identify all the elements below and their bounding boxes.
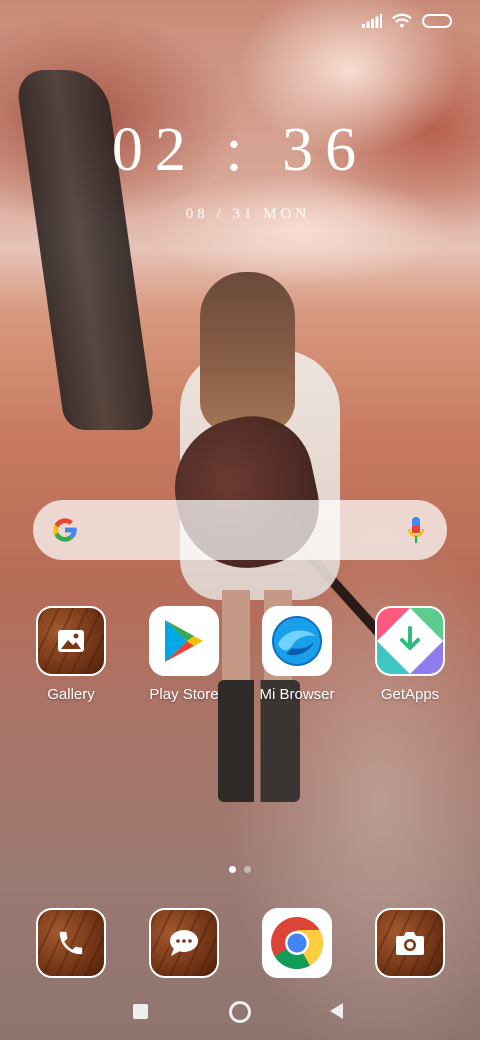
microphone-icon[interactable] bbox=[407, 517, 425, 543]
navigation-bar bbox=[0, 990, 480, 1034]
chrome-icon[interactable] bbox=[262, 908, 332, 978]
google-search-bar[interactable] bbox=[33, 500, 447, 560]
messages-icon[interactable] bbox=[149, 908, 219, 978]
app-getapps[interactable]: GetApps bbox=[355, 606, 465, 703]
status-icons bbox=[362, 13, 452, 29]
app-gallery[interactable]: Gallery bbox=[16, 606, 126, 703]
page-indicator bbox=[0, 866, 480, 873]
page-dot-active bbox=[229, 866, 236, 873]
app-play-store[interactable]: Play Store bbox=[129, 606, 239, 703]
page-dot bbox=[244, 866, 251, 873]
gallery-image-icon[interactable] bbox=[36, 606, 106, 676]
back-triangle-icon[interactable] bbox=[330, 1003, 343, 1019]
battery-icon bbox=[422, 14, 452, 28]
play-store-icon[interactable] bbox=[149, 606, 219, 676]
app-label: Gallery bbox=[47, 686, 95, 703]
recents-square-icon[interactable] bbox=[133, 1004, 148, 1019]
wallpaper-figure-hair bbox=[200, 272, 295, 432]
phone-icon[interactable] bbox=[36, 908, 106, 978]
cellular-signal-icon bbox=[362, 14, 382, 28]
clock-time[interactable]: 02 : 36 bbox=[0, 115, 480, 186]
dock-camera[interactable] bbox=[355, 908, 465, 978]
clock-date: 08 / 31 MON bbox=[185, 206, 311, 222]
status-bar bbox=[0, 0, 480, 44]
dock-chrome[interactable] bbox=[242, 908, 352, 978]
app-mi-browser[interactable]: Mi Browser bbox=[242, 606, 352, 703]
app-label: GetApps bbox=[380, 686, 440, 703]
app-label: Mi Browser bbox=[259, 686, 335, 703]
app-label: Play Store bbox=[149, 686, 219, 703]
dock-messages[interactable] bbox=[129, 908, 239, 978]
wifi-icon bbox=[392, 13, 412, 28]
google-g-icon[interactable] bbox=[51, 516, 79, 544]
mi-browser-icon[interactable] bbox=[262, 606, 332, 676]
home-circle-icon[interactable] bbox=[229, 1001, 251, 1023]
dock-phone[interactable] bbox=[16, 908, 126, 978]
getapps-icon[interactable] bbox=[375, 606, 445, 676]
camera-icon[interactable] bbox=[375, 908, 445, 978]
